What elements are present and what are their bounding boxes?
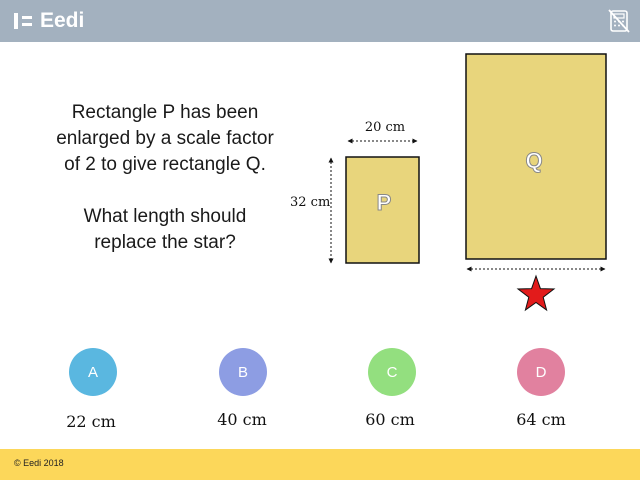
enlargement-diagram: P 20 cm 32 cm Q	[290, 53, 607, 312]
option-letter: B	[237, 363, 248, 381]
rectangle-q-label: Q	[525, 148, 542, 173]
option-letter: A	[87, 363, 98, 381]
option-letter: C	[386, 363, 398, 381]
option-b-button[interactable]: B	[219, 348, 267, 396]
star-icon	[516, 274, 556, 312]
copyright-text: © Eedi 2018	[14, 458, 64, 468]
option-c-answer: 60 cm	[365, 410, 415, 429]
width-label: 20 cm	[365, 120, 405, 135]
option-b-answer: 40 cm	[217, 410, 267, 429]
rectangle-p-label: P	[377, 190, 392, 215]
option-a-answer: 22 cm	[66, 412, 116, 431]
footer-bar: © Eedi 2018	[0, 449, 640, 480]
option-a-button[interactable]: A	[69, 348, 117, 396]
option-letter: D	[535, 363, 547, 381]
option-c-button[interactable]: C	[368, 348, 416, 396]
height-label: 32 cm	[290, 195, 330, 210]
option-d-button[interactable]: D	[517, 348, 565, 396]
option-d-answer: 64 cm	[516, 410, 566, 429]
